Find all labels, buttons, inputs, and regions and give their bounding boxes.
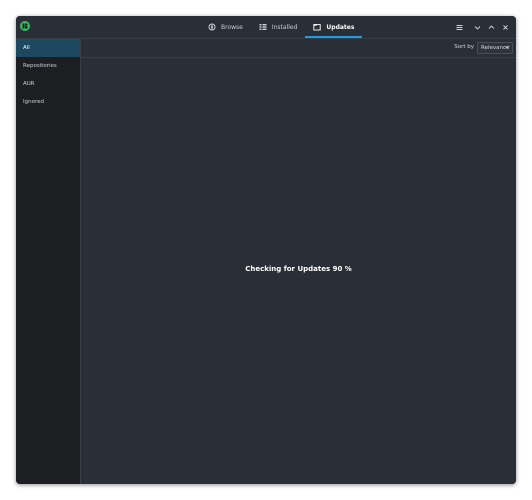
hamburger-menu-icon[interactable] bbox=[452, 20, 466, 34]
updates-icon bbox=[313, 23, 322, 31]
sidebar-item-repositories[interactable]: Repositories bbox=[16, 57, 80, 75]
sidebar-item-label: Repositories bbox=[23, 63, 57, 69]
chevron-down-icon[interactable] bbox=[470, 20, 484, 34]
sort-dropdown[interactable]: Relevance bbox=[477, 42, 513, 54]
app-window: Browse Installed Updates All Repositorie… bbox=[16, 16, 516, 484]
sidebar-item-all[interactable]: All bbox=[16, 39, 80, 57]
list-icon bbox=[259, 23, 267, 31]
sidebar: All Repositories AUR Ignored bbox=[16, 39, 81, 484]
tab-updates-label: Updates bbox=[326, 23, 355, 31]
status-text: Checking for Updates 90 % bbox=[245, 265, 352, 273]
sidebar-item-ignored[interactable]: Ignored bbox=[16, 93, 80, 111]
tab-updates[interactable]: Updates bbox=[305, 16, 363, 38]
browse-icon bbox=[208, 23, 216, 31]
manjaro-logo-icon bbox=[20, 21, 30, 31]
close-icon[interactable] bbox=[498, 20, 512, 34]
tab-browse[interactable]: Browse bbox=[200, 16, 251, 38]
view-tabs: Browse Installed Updates bbox=[200, 16, 363, 38]
main-content: Checking for Updates 90 % bbox=[81, 58, 516, 484]
sidebar-item-label: All bbox=[23, 45, 30, 51]
tab-installed-label: Installed bbox=[271, 23, 298, 31]
tab-browse-label: Browse bbox=[221, 23, 243, 31]
window-controls bbox=[452, 20, 512, 34]
sort-toolbar: Sort by Relevance bbox=[81, 39, 516, 58]
chevron-down-icon bbox=[504, 44, 510, 54]
sidebar-item-label: Ignored bbox=[23, 99, 44, 105]
chevron-up-icon[interactable] bbox=[484, 20, 498, 34]
sidebar-item-label: AUR bbox=[23, 81, 35, 87]
sort-label: Sort by bbox=[454, 44, 474, 50]
tab-installed[interactable]: Installed bbox=[251, 16, 306, 38]
sidebar-item-aur[interactable]: AUR bbox=[16, 75, 80, 93]
titlebar: Browse Installed Updates bbox=[16, 16, 516, 39]
